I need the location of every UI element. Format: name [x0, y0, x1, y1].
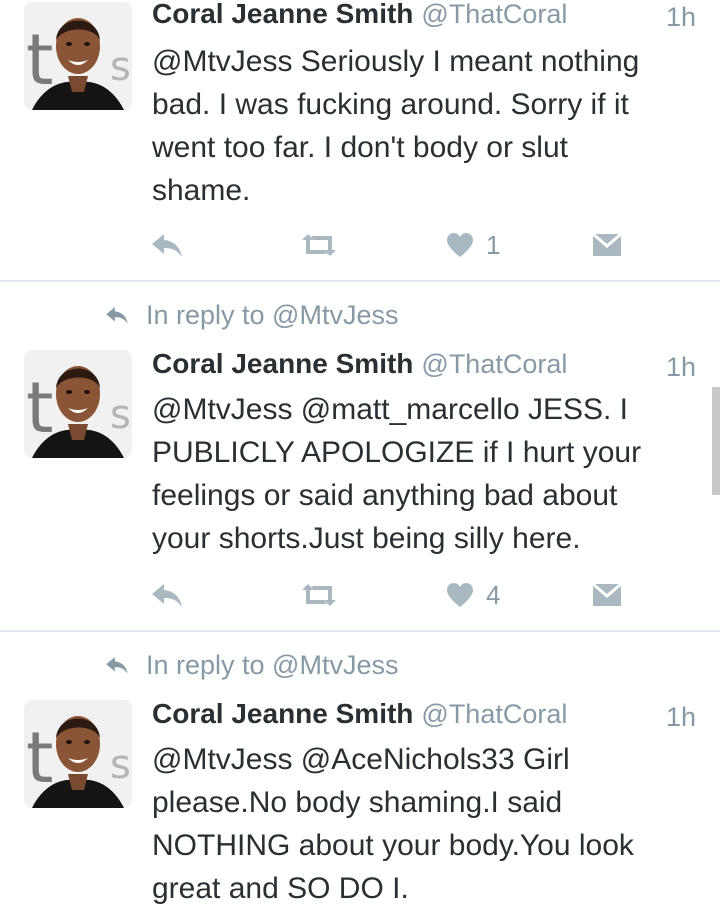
timestamp: 1h: [665, 702, 696, 732]
tweet-text-line: feelings or said anything bad about: [152, 479, 618, 512]
profile-photo: t s: [24, 350, 132, 458]
author-name[interactable]: Coral Jeanne Smith @ThatCoral: [152, 698, 567, 730]
reply-button[interactable]: [150, 225, 184, 265]
tweet-text-line: great and SO DO I.: [152, 872, 409, 905]
tweet-divider: [0, 630, 720, 632]
author-name-text[interactable]: Coral Jeanne Smith: [152, 698, 413, 729]
envelope-icon: [592, 232, 622, 256]
reply-arrow-icon: [106, 657, 128, 674]
direct-message-button[interactable]: [592, 225, 622, 265]
reply-arrow-icon: [152, 584, 182, 607]
heart-icon: [447, 583, 473, 607]
retweet-icon: [302, 584, 336, 606]
retweet-icon: [302, 234, 336, 256]
author-name-text[interactable]: Coral Jeanne Smith: [152, 348, 413, 379]
envelope-icon: [592, 582, 622, 606]
tweet-text: @MtvJess @AceNichols33 Girl please.No bo…: [152, 738, 697, 910]
tweet-text-line: shame.: [152, 174, 251, 207]
reply-context-text[interactable]: In reply to @MtvJess: [146, 650, 398, 680]
like-count: 1: [486, 229, 501, 260]
tweet-text-line: PUBLICLY APOLOGIZE if I hurt your: [152, 436, 642, 469]
tweet-divider: [0, 280, 720, 282]
direct-message-button[interactable]: [592, 575, 622, 615]
avatar[interactable]: t s: [24, 2, 132, 110]
reply-arrow-icon: [152, 234, 182, 257]
like-count: 4: [486, 579, 501, 610]
reply-arrow-icon: [106, 307, 128, 324]
timestamp: 1h: [665, 2, 696, 32]
author-name[interactable]: Coral Jeanne Smith @ThatCoral: [152, 348, 567, 380]
like-button[interactable]: 4: [446, 575, 500, 615]
tweet-text-line: bad. I was fucking around. Sorry if it: [152, 88, 629, 121]
timestamp: 1h: [665, 352, 696, 382]
reply-context[interactable]: In reply to @MtvJess: [104, 300, 398, 332]
svg-text:t: t: [26, 717, 53, 799]
author-handle[interactable]: @ThatCoral: [421, 699, 567, 729]
retweet-button[interactable]: [300, 225, 338, 265]
profile-photo: t s: [24, 700, 132, 808]
retweet-button[interactable]: [300, 575, 338, 615]
scrollbar[interactable]: [712, 387, 720, 495]
tweet-text: @MtvJess Seriously I meant nothing bad. …: [152, 40, 697, 212]
reply-context[interactable]: In reply to @MtvJess: [104, 650, 398, 682]
reply-button[interactable]: [150, 575, 184, 615]
svg-text:s: s: [110, 44, 131, 90]
profile-photo: t s: [24, 2, 132, 110]
tweet-text-line: @MtvJess @matt_marcello JESS. I: [152, 393, 629, 426]
tweet-actions: 1: [0, 225, 720, 265]
tweet-actions: 4: [0, 575, 720, 615]
tweet-text: @MtvJess @matt_marcello JESS. I PUBLICLY…: [152, 388, 697, 560]
avatar[interactable]: t s: [24, 350, 132, 458]
author-name-text[interactable]: Coral Jeanne Smith: [152, 0, 413, 29]
tweet-text-line: please.No body shaming.I said: [152, 786, 563, 819]
tweet-text-line: your shorts.Just being silly here.: [152, 522, 581, 555]
svg-text:t: t: [26, 19, 53, 101]
heart-icon: [447, 233, 473, 257]
author-handle[interactable]: @ThatCoral: [421, 0, 567, 29]
like-button[interactable]: 1: [446, 225, 500, 265]
tweet-text-line: went too far. I don't body or slut: [152, 131, 568, 164]
author-name[interactable]: Coral Jeanne Smith @ThatCoral: [152, 0, 567, 30]
tweet-text-line: NOTHING about your body.You look: [152, 829, 634, 862]
tweet-text-line: @MtvJess Seriously I meant nothing: [152, 45, 640, 78]
svg-text:s: s: [110, 392, 131, 438]
svg-text:s: s: [110, 742, 131, 788]
tweet-text-line: @MtvJess @AceNichols33 Girl: [152, 743, 570, 776]
reply-context-text[interactable]: In reply to @MtvJess: [146, 300, 398, 330]
avatar[interactable]: t s: [24, 700, 132, 808]
svg-text:t: t: [26, 367, 53, 449]
author-handle[interactable]: @ThatCoral: [421, 349, 567, 379]
